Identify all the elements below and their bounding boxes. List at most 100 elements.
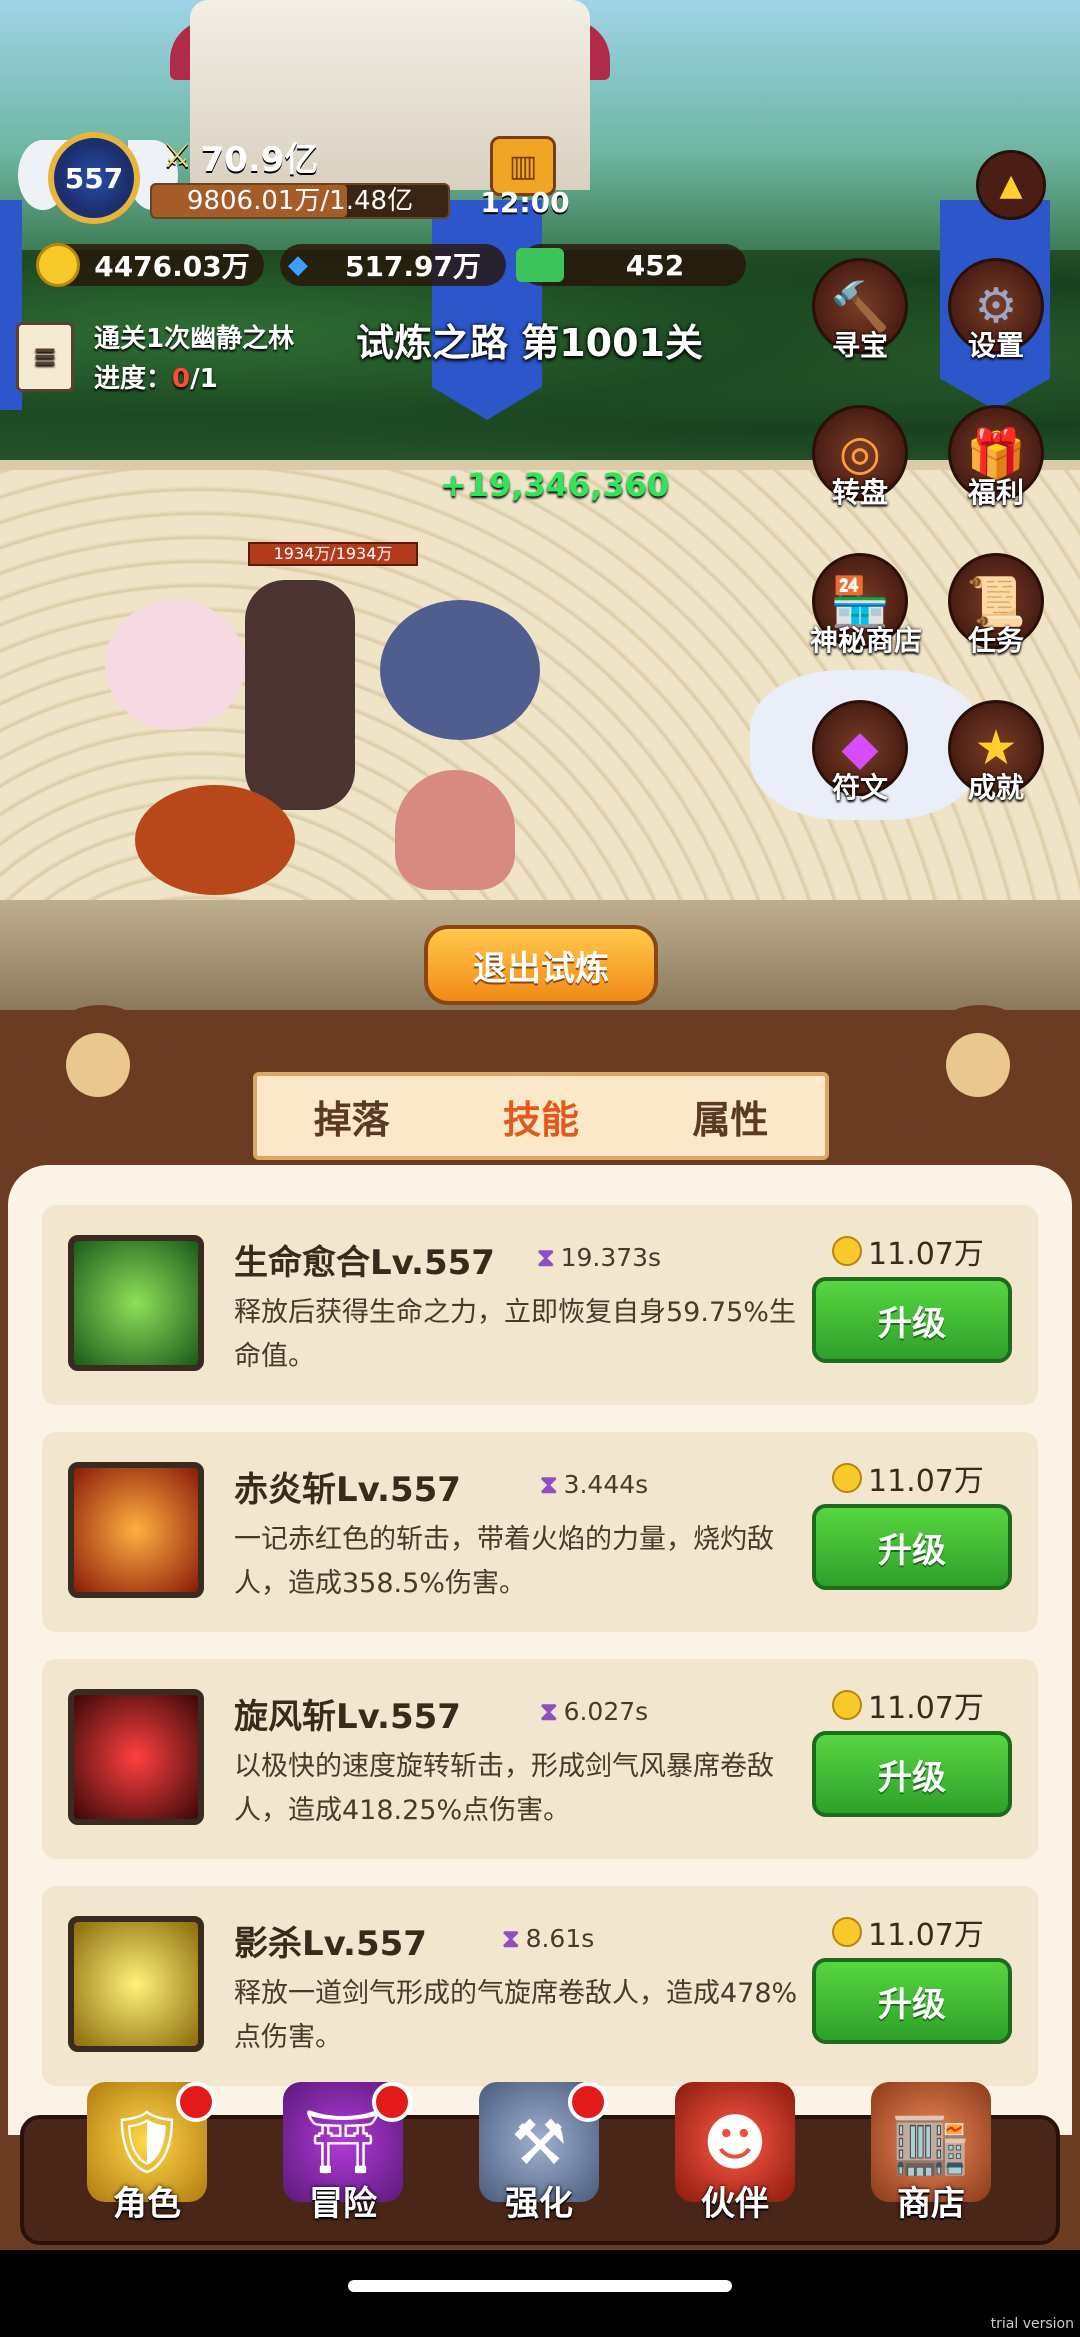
tasks-button[interactable]: 📜 任务: [946, 553, 1046, 673]
tab-drops[interactable]: 掉落: [257, 1076, 446, 1156]
treasure-label: 寻宝: [831, 329, 888, 362]
nav-partners-label: 伙伴: [701, 2184, 769, 2224]
runes-label: 符文: [831, 771, 888, 804]
skill-cooldown-value: 6.027s: [563, 1697, 649, 1726]
mystery-shop-button[interactable]: 🏪 神秘商店: [810, 553, 923, 673]
nav-enhance-label: 强化: [505, 2184, 573, 2224]
combat-power-value: 70.9亿: [200, 139, 319, 180]
hero-knight: [245, 580, 355, 810]
bunny-pet: [105, 600, 245, 730]
skill-card: 生命愈合Lv.557 ⧗ 19.373s 释放后获得生命之力，立即恢复自身59.7…: [42, 1205, 1038, 1405]
skill-name: 旋风斩Lv.557: [234, 1697, 461, 1737]
gold-coin-icon: [832, 1917, 862, 1947]
settings-label: 设置: [967, 329, 1024, 362]
stage-title: 试炼之路 第1001关: [356, 321, 703, 365]
gold-value: 4476.03万: [94, 250, 250, 283]
cash-icon: [516, 248, 564, 282]
player-level-badge[interactable]: 557: [48, 132, 140, 224]
skill-cooldown: ⧗ 3.444s: [540, 1470, 648, 1500]
skill-cost-value: 11.07万: [868, 1464, 984, 1499]
skill-card: 旋风斩Lv.557 ⧗ 6.027s 以极快的速度旋转斩击，形成剑气风暴席卷敌人，…: [42, 1659, 1038, 1859]
skill-name: 影杀Lv.557: [234, 1924, 427, 1964]
gold-coin-icon: [832, 1236, 862, 1266]
settings-button[interactable]: ⚙ 设置: [946, 258, 1046, 378]
panel-ear-left: [30, 1005, 170, 1135]
welfare-button[interactable]: 🎁 福利: [946, 405, 1046, 525]
skill-cooldown-value: 8.61s: [525, 1924, 595, 1953]
notification-dot: [568, 2082, 608, 2122]
shark-pet: [380, 600, 540, 740]
skill-cost-value: 11.07万: [868, 1918, 984, 1953]
nav-adventure-label: 冒险: [309, 2184, 377, 2224]
mystery-shop-label: 神秘商店: [810, 624, 923, 657]
achievements-label: 成就: [967, 771, 1024, 804]
runes-button[interactable]: ◆ 符文: [810, 700, 910, 820]
damage-gain-text: +19,346,360: [440, 466, 670, 504]
tab-attributes[interactable]: 属性: [636, 1076, 825, 1156]
nav-shop-label: 商店: [897, 2184, 965, 2224]
nav-partners[interactable]: ☻ 伙伴: [660, 2082, 810, 2242]
skill-description: 释放后获得生命之力，立即恢复自身59.75%生命值。: [234, 1297, 796, 1372]
timer: 12:00: [480, 186, 570, 219]
notification-dot: [176, 2082, 216, 2122]
leaf-heal-icon: [68, 1235, 204, 1371]
skill-cooldown-value: 19.373s: [560, 1243, 662, 1272]
quest-progress-current: 0: [172, 364, 191, 394]
achievements-button[interactable]: ★ 成就: [946, 700, 1046, 820]
upgrade-button[interactable]: 升级: [812, 1731, 1012, 1817]
skill-cost-value: 11.07万: [868, 1691, 984, 1726]
hourglass-icon: ⧗: [540, 1470, 558, 1499]
hourglass-icon: ⧗: [540, 1697, 558, 1726]
nav-character[interactable]: 🛡 角色: [72, 2082, 222, 2242]
home-indicator-area: [0, 2250, 1080, 2337]
nav-adventure[interactable]: ⛩ 冒险: [268, 2082, 418, 2242]
skill-cost: 11.07万: [832, 1910, 1012, 1954]
quest-tracker[interactable]: ≡ 通关1次幽静之林 进度：0/1: [16, 318, 336, 398]
skill-cooldown: ⧗ 8.61s: [502, 1924, 594, 1954]
wheel-button[interactable]: ◎ 转盘: [810, 405, 910, 525]
collapse-menu-button[interactable]: ▲: [976, 150, 1046, 220]
quest-progress: 进度：0/1: [94, 358, 218, 395]
upgrade-button[interactable]: 升级: [812, 1504, 1012, 1590]
banner-center: [432, 200, 542, 420]
exit-trial-button[interactable]: 退出试炼: [424, 925, 658, 1005]
nav-enhance[interactable]: ⚒ 强化: [464, 2082, 614, 2242]
crossed-swords-icon: ⚔: [162, 136, 193, 176]
skill-cooldown: ⧗ 6.027s: [540, 1697, 648, 1727]
skill-cost: 11.07万: [832, 1683, 1012, 1727]
wheel-label: 转盘: [831, 476, 888, 509]
skill-cost: 11.07万: [832, 1456, 1012, 1500]
skill-cooldown: ⧗ 19.373s: [537, 1243, 661, 1273]
skill-name: 生命愈合Lv.557: [234, 1243, 495, 1283]
upgrade-button[interactable]: 升级: [812, 1958, 1012, 2044]
mushroom-pet: [395, 770, 515, 890]
nav-shop[interactable]: 🏬 商店: [856, 2082, 1006, 2242]
hourglass-icon: ⧗: [502, 1924, 520, 1953]
skill-cost: 11.07万: [832, 1229, 1012, 1273]
skill-name: 赤炎斩Lv.557: [234, 1470, 461, 1510]
diamond-icon: ◆: [288, 250, 308, 280]
cash-value: 452: [625, 248, 685, 282]
whirlwind-slash-icon: [68, 1689, 204, 1825]
panel-ear-right: [910, 1005, 1050, 1135]
combat-power: ⚔ 70.9亿: [162, 134, 432, 180]
skill-description: 一记赤红色的斩击，带着火焰的力量，烧灼敌人，造成358.5%伤害。: [234, 1524, 774, 1599]
watermark: trial version: [990, 2316, 1074, 2332]
quest-title: 通关1次幽静之林: [94, 324, 295, 354]
skill-card: 赤炎斩Lv.557 ⧗ 3.444s 一记赤红色的斩击，带着火焰的力量，烧灼敌人，…: [42, 1432, 1038, 1632]
nav-character-label: 角色: [113, 2184, 181, 2224]
hourglass-icon: ⧗: [537, 1243, 555, 1272]
treasure-button[interactable]: 🔨 寻宝: [810, 258, 910, 378]
notification-dot: [372, 2082, 412, 2122]
gold-coin-icon: [832, 1690, 862, 1720]
quest-progress-total: /1: [190, 364, 218, 394]
skill-card: 影杀Lv.557 ⧗ 8.61s 释放一道剑气形成的气旋席卷敌人，造成478%点伤…: [42, 1886, 1038, 2086]
tab-skills[interactable]: 技能: [446, 1076, 635, 1156]
home-indicator[interactable]: [348, 2280, 732, 2292]
upgrade-button[interactable]: 升级: [812, 1277, 1012, 1363]
exp-bar: 9806.01万/1.48亿: [150, 183, 450, 219]
quest-progress-label: 进度：: [94, 364, 173, 394]
tasks-label: 任务: [967, 624, 1024, 657]
hero-hp-bar: 1934万/1934万: [248, 542, 418, 566]
diamond-value: 517.97万: [344, 250, 482, 283]
